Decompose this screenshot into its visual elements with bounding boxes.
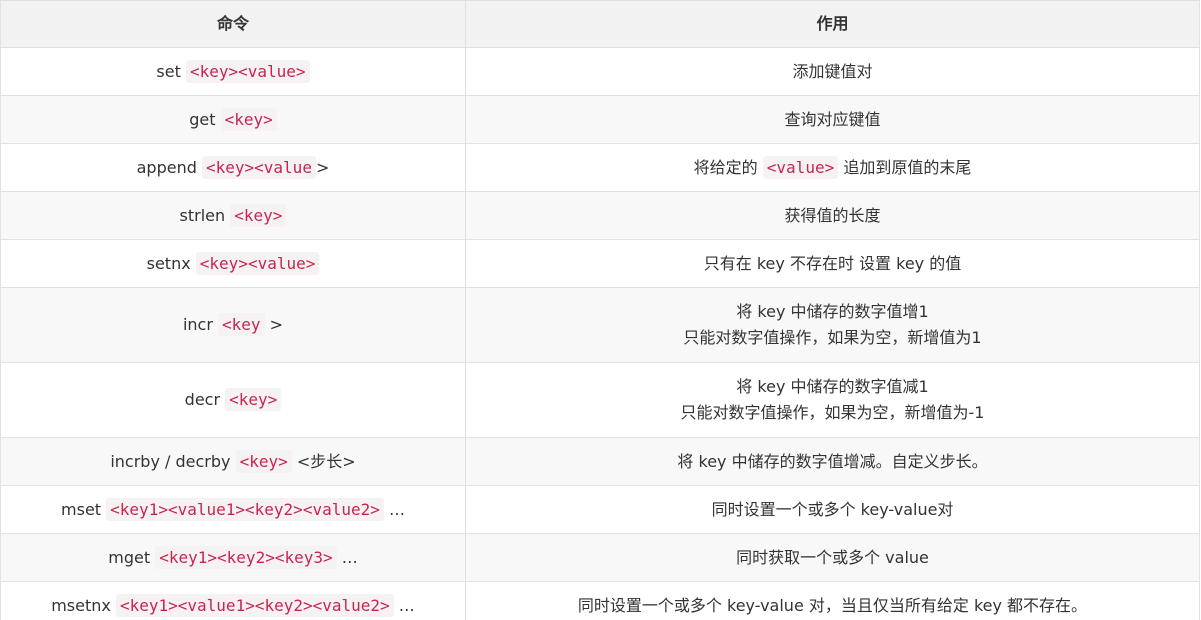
command-cell: incr <key > bbox=[0, 287, 466, 363]
purpose-text: 将 key 中储存的数字值增减。自定义步长。 bbox=[677, 451, 988, 471]
command-args: <key> bbox=[235, 449, 292, 473]
purpose-text: 获得值的长度 bbox=[784, 205, 881, 225]
table-row: incr <key > 将 key 中储存的数字值增1 只能对数字值操作，如果为… bbox=[0, 287, 1200, 363]
command-cell: decr <key> bbox=[0, 362, 466, 438]
table-row: strlen <key> 获得值的长度 bbox=[0, 191, 1200, 240]
purpose-text: 同时设置一个或多个 key-value 对，当且仅当所有给定 key 都不存在。 bbox=[577, 595, 1088, 615]
command-name: strlen bbox=[179, 205, 226, 225]
command-name: get bbox=[189, 109, 216, 129]
command-args: <key1><value1><key2><value2> bbox=[106, 497, 384, 521]
purpose-text: 将给定的 bbox=[693, 157, 758, 177]
command-args-suffix: … bbox=[398, 595, 415, 615]
purpose-cell: 同时获取一个或多个 value bbox=[465, 533, 1200, 582]
command-args: <key> bbox=[230, 203, 287, 227]
purpose-text: 只能对数字值操作，如果为空，新增值为1 bbox=[683, 328, 982, 347]
purpose-cell: 将 key 中储存的数字值增减。自定义步长。 bbox=[465, 437, 1200, 486]
purpose-text: 只能对数字值操作，如果为空，新增值为-1 bbox=[680, 403, 985, 422]
command-args: <key1><value1><key2><value2> bbox=[115, 593, 394, 617]
purpose-cell: 添加键值对 bbox=[465, 47, 1200, 96]
command-args-suffix: > bbox=[269, 315, 284, 334]
command-cell: incrby / decrby <key> <步长> bbox=[0, 437, 466, 486]
command-name: set bbox=[156, 61, 181, 81]
command-cell: get <key> bbox=[0, 95, 466, 144]
command-cell: set <key><value> bbox=[0, 47, 466, 96]
command-args-suffix: … bbox=[388, 499, 405, 519]
command-args: <key1><key2><key3> bbox=[155, 545, 337, 569]
command-cell: msetnx <key1><value1><key2><value2> … bbox=[0, 581, 466, 620]
command-name: append bbox=[136, 157, 197, 177]
purpose-text: 将 key 中储存的数字值减1 bbox=[736, 377, 929, 396]
purpose-text: 只有在 key 不存在时 设置 key 的值 bbox=[703, 253, 962, 273]
command-args: <key> bbox=[220, 107, 277, 131]
purpose-cell: 同时设置一个或多个 key-value 对，当且仅当所有给定 key 都不存在。 bbox=[465, 581, 1200, 620]
table-row: get <key> 查询对应键值 bbox=[0, 95, 1200, 144]
command-args: <key> bbox=[225, 388, 282, 411]
command-args-suffix: <步长> bbox=[296, 451, 356, 471]
command-cell: strlen <key> bbox=[0, 191, 466, 240]
purpose-cell: 将 key 中储存的数字值减1 只能对数字值操作，如果为空，新增值为-1 bbox=[465, 362, 1200, 438]
purpose-cell: 只有在 key 不存在时 设置 key 的值 bbox=[465, 239, 1200, 288]
command-args-suffix: … bbox=[341, 547, 358, 567]
purpose-text: 将 key 中储存的数字值增1 bbox=[736, 302, 929, 321]
command-args-suffix: > bbox=[315, 157, 330, 177]
purpose-text: 同时设置一个或多个 key-value对 bbox=[711, 499, 954, 519]
purpose-cell: 同时设置一个或多个 key-value对 bbox=[465, 485, 1200, 534]
command-cell: append <key><value > bbox=[0, 143, 466, 192]
command-name: mget bbox=[108, 547, 151, 567]
command-args: <key bbox=[218, 313, 265, 336]
purpose-text: 同时获取一个或多个 value bbox=[736, 547, 929, 567]
command-name: decr bbox=[184, 390, 221, 409]
table-row: mget <key1><key2><key3> … 同时获取一个或多个 valu… bbox=[0, 533, 1200, 582]
table-row: msetnx <key1><value1><key2><value2> … 同时… bbox=[0, 581, 1200, 620]
header-command: 命令 bbox=[0, 0, 466, 48]
table-row: decr <key> 将 key 中储存的数字值减1 只能对数字值操作，如果为空… bbox=[0, 362, 1200, 438]
command-name: mset bbox=[61, 499, 102, 519]
commands-table: 命令 作用 set <key><value> 添加键值对 get <key> 查… bbox=[0, 0, 1200, 620]
command-name: setnx bbox=[146, 253, 191, 273]
purpose-text: 添加键值对 bbox=[792, 61, 873, 81]
header-purpose: 作用 bbox=[465, 0, 1200, 48]
command-name: incrby / decrby bbox=[110, 451, 231, 471]
command-cell: mset <key1><value1><key2><value2> … bbox=[0, 485, 466, 534]
command-name: msetnx bbox=[51, 595, 111, 615]
command-args: <key><value> bbox=[195, 251, 320, 275]
purpose-cell: 将 key 中储存的数字值增1 只能对数字值操作，如果为空，新增值为1 bbox=[465, 287, 1200, 363]
purpose-text: 查询对应键值 bbox=[784, 109, 881, 129]
table-row: mset <key1><value1><key2><value2> … 同时设置… bbox=[0, 485, 1200, 534]
table-row: incrby / decrby <key> <步长> 将 key 中储存的数字值… bbox=[0, 437, 1200, 486]
command-args: <key><value bbox=[201, 155, 316, 179]
table-row: set <key><value> 添加键值对 bbox=[0, 47, 1200, 96]
purpose-cell: 获得值的长度 bbox=[465, 191, 1200, 240]
command-cell: mget <key1><key2><key3> … bbox=[0, 533, 466, 582]
command-cell: setnx <key><value> bbox=[0, 239, 466, 288]
table-row: append <key><value > 将给定的 <value> 追加到原值的末… bbox=[0, 143, 1200, 192]
purpose-text: 追加到原值的末尾 bbox=[843, 157, 972, 177]
table-header-row: 命令 作用 bbox=[0, 0, 1200, 48]
command-name: incr bbox=[182, 315, 213, 334]
purpose-cell: 查询对应键值 bbox=[465, 95, 1200, 144]
table-row: setnx <key><value> 只有在 key 不存在时 设置 key 的… bbox=[0, 239, 1200, 288]
purpose-code: <value> bbox=[762, 155, 839, 179]
command-args: <key><value> bbox=[185, 59, 310, 83]
purpose-cell: 将给定的 <value> 追加到原值的末尾 bbox=[465, 143, 1200, 192]
